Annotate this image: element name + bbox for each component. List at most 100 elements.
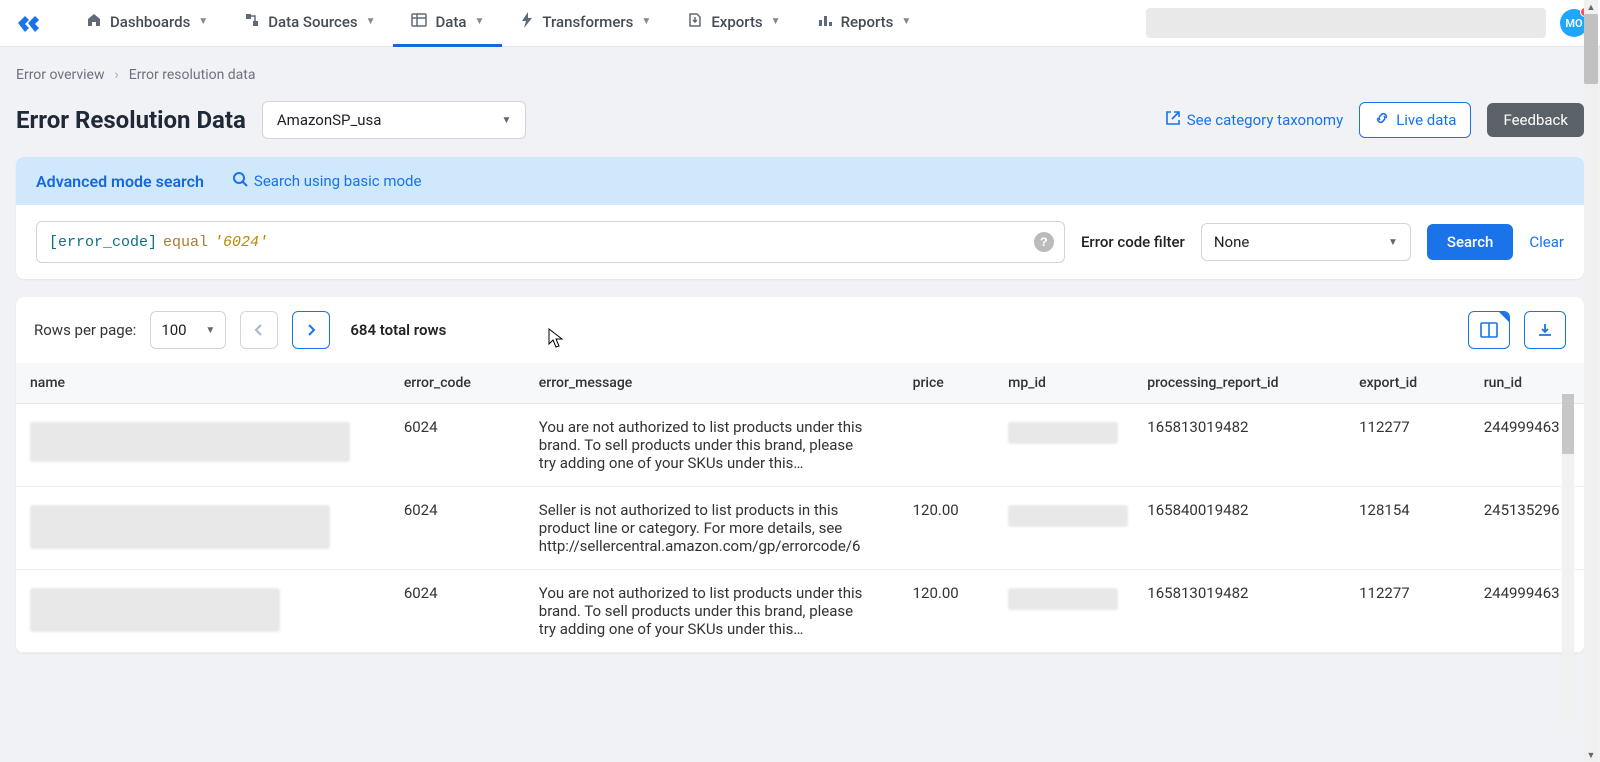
query-input[interactable]: [error_code] equal '6024' ? xyxy=(36,221,1065,263)
col-mp-id[interactable]: mp_id xyxy=(994,363,1133,404)
redacted-name xyxy=(30,588,280,632)
col-error-code[interactable]: error_code xyxy=(390,363,525,404)
avatar-initials: MO xyxy=(1565,17,1582,30)
rows-value: 100 xyxy=(161,321,186,339)
nav-reports[interactable]: Reports ▼ xyxy=(799,0,930,47)
scroll-up-icon[interactable]: ▲ xyxy=(1584,0,1598,14)
source-select-value: AmazonSP_usa xyxy=(277,111,382,129)
col-export-id[interactable]: export_id xyxy=(1345,363,1470,404)
search-mode-title: Advanced mode search xyxy=(36,172,204,191)
next-page-button[interactable] xyxy=(292,311,330,349)
table-row[interactable]: 6024 You are not authorized to list prod… xyxy=(16,404,1584,487)
nav-label: Dashboards xyxy=(110,13,190,31)
prev-page-button[interactable] xyxy=(240,311,278,349)
table-scrollbar[interactable] xyxy=(1562,394,1574,724)
download-button[interactable] xyxy=(1524,311,1566,349)
home-icon xyxy=(86,12,102,32)
cell-price: 120.00 xyxy=(899,487,995,570)
rows-per-page-label: Rows per page: xyxy=(34,321,136,339)
live-data-button[interactable]: Live data xyxy=(1359,102,1471,138)
window-scrollbar[interactable]: ▲ ▼ xyxy=(1584,0,1598,762)
redacted-name xyxy=(30,505,330,549)
source-select[interactable]: AmazonSP_usa ▼ xyxy=(262,101,526,139)
chevron-right-icon: › xyxy=(115,67,119,83)
query-val-token: '6024' xyxy=(214,234,268,251)
search-body: [error_code] equal '6024' ? Error code f… xyxy=(16,205,1584,279)
query-op-token: equal xyxy=(163,234,208,251)
see-taxonomy-link[interactable]: See category taxonomy xyxy=(1165,110,1343,130)
total-rows-label: 684 total rows xyxy=(350,321,446,339)
breadcrumb-item[interactable]: Error resolution data xyxy=(129,67,256,83)
cell-export-id: 128154 xyxy=(1345,487,1470,570)
bolt-icon xyxy=(520,12,534,32)
cell-price xyxy=(899,404,995,487)
link-chain-icon xyxy=(1374,110,1390,130)
page-heading-row: Error Resolution Data AmazonSP_usa ▼ See… xyxy=(16,101,1584,139)
nav-data[interactable]: Data ▼ xyxy=(393,0,502,47)
table-icon xyxy=(411,12,427,32)
table-row[interactable]: 6024 You are not authorized to list prod… xyxy=(16,570,1584,653)
error-code-filter-label: Error code filter xyxy=(1081,233,1185,251)
breadcrumb-item[interactable]: Error overview xyxy=(16,67,105,83)
cell-error-code: 6024 xyxy=(390,404,525,487)
button-label: Live data xyxy=(1396,111,1456,129)
col-price[interactable]: price xyxy=(899,363,995,404)
global-search[interactable] xyxy=(1146,8,1546,38)
scrollbar-thumb[interactable] xyxy=(1562,394,1574,454)
redacted-mpid xyxy=(1008,505,1128,527)
cell-error-message: You are not authorized to list products … xyxy=(539,418,869,472)
button-label: Feedback xyxy=(1503,111,1568,129)
export-icon xyxy=(687,12,703,32)
col-processing-report-id[interactable]: processing_report_id xyxy=(1133,363,1345,404)
nav-label: Transformers xyxy=(542,13,633,31)
caret-down-icon: ▼ xyxy=(641,16,651,27)
page-title: Error Resolution Data xyxy=(16,106,246,134)
cell-error-code: 6024 xyxy=(390,487,525,570)
columns-button[interactable] xyxy=(1468,311,1510,349)
cell-price: 120.00 xyxy=(899,570,995,653)
caret-down-icon: ▼ xyxy=(901,16,911,27)
nav-exports[interactable]: Exports ▼ xyxy=(669,0,798,47)
redacted-mpid xyxy=(1008,588,1118,610)
nav-label: Data xyxy=(435,13,466,31)
nav-items: Dashboards ▼ Data Sources ▼ Data ▼ Trans… xyxy=(68,0,929,47)
datasource-icon xyxy=(244,12,260,32)
caret-down-icon: ▼ xyxy=(1388,237,1398,248)
cell-prid: 165813019482 xyxy=(1133,570,1345,653)
redacted-name xyxy=(30,422,350,462)
pager-row: Rows per page: 100 ▼ 684 total rows xyxy=(16,297,1584,363)
button-label: Search xyxy=(1447,233,1494,251)
scroll-down-icon[interactable]: ▼ xyxy=(1584,748,1598,762)
nav-transformers[interactable]: Transformers ▼ xyxy=(502,0,669,47)
cell-prid: 165813019482 xyxy=(1133,404,1345,487)
rows-per-page-select[interactable]: 100 ▼ xyxy=(150,311,226,349)
feedback-button[interactable]: Feedback xyxy=(1487,103,1584,137)
search-icon xyxy=(232,171,248,191)
caret-down-icon: ▼ xyxy=(501,115,511,126)
caret-down-icon: ▼ xyxy=(474,16,484,27)
table-row[interactable]: 6024 Seller is not authorized to list pr… xyxy=(16,487,1584,570)
cell-export-id: 112277 xyxy=(1345,404,1470,487)
nav-dashboards[interactable]: Dashboards ▼ xyxy=(68,0,226,47)
caret-down-icon: ▼ xyxy=(366,16,376,27)
help-icon[interactable]: ? xyxy=(1034,232,1054,252)
nav-data-sources[interactable]: Data Sources ▼ xyxy=(226,0,393,47)
search-header: Advanced mode search Search using basic … xyxy=(16,157,1584,205)
nav-label: Exports xyxy=(711,13,762,31)
table-header-row: name error_code error_message price mp_i… xyxy=(16,363,1584,404)
switch-search-mode[interactable]: Search using basic mode xyxy=(232,171,422,191)
external-link-icon xyxy=(1165,110,1181,130)
caret-down-icon: ▼ xyxy=(198,16,208,27)
app-logo[interactable] xyxy=(12,5,48,41)
nav-label: Data Sources xyxy=(268,13,357,31)
switch-label: Search using basic mode xyxy=(254,172,422,190)
scrollbar-thumb[interactable] xyxy=(1584,14,1598,84)
cell-export-id: 112277 xyxy=(1345,570,1470,653)
clear-link[interactable]: Clear xyxy=(1529,233,1564,251)
col-error-message[interactable]: error_message xyxy=(525,363,899,404)
col-name[interactable]: name xyxy=(16,363,390,404)
error-code-filter-select[interactable]: None ▼ xyxy=(1201,223,1411,261)
search-button[interactable]: Search xyxy=(1427,224,1514,260)
cell-error-message: You are not authorized to list products … xyxy=(539,584,869,638)
caret-down-icon: ▼ xyxy=(771,16,781,27)
